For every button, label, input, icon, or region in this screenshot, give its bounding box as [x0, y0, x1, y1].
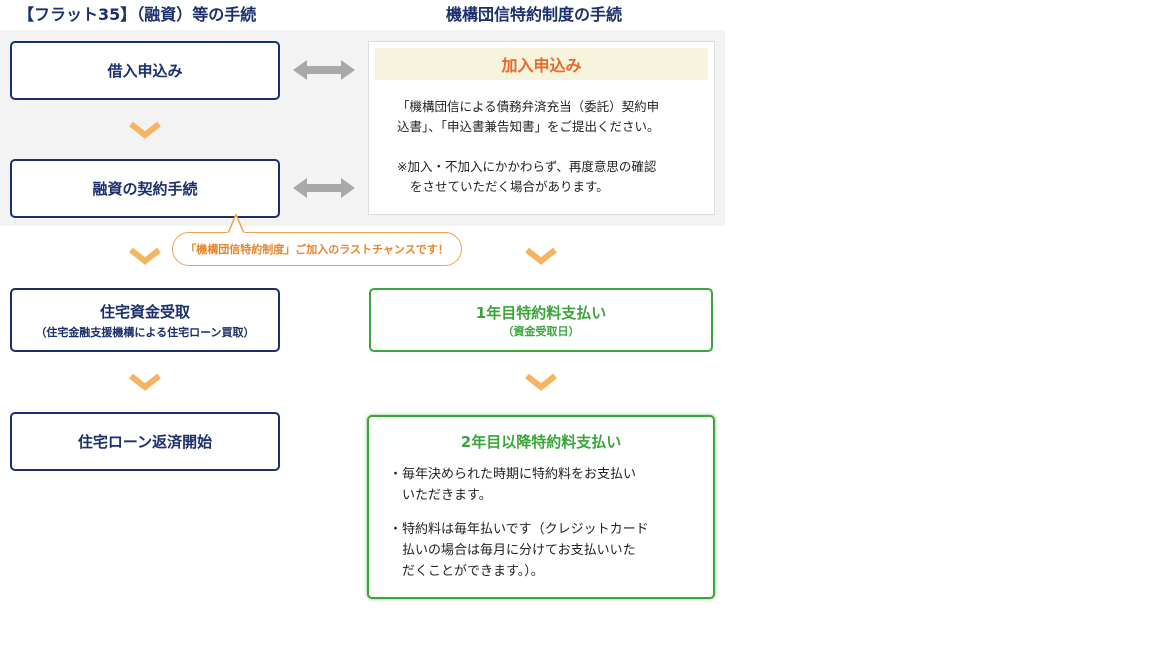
bullet-line: 払いの場合は毎月に分けてお支払いいた — [402, 543, 636, 558]
step-label: 住宅ローン返済開始 — [77, 433, 213, 451]
double-arrow-icon — [293, 60, 355, 80]
right-column-header: 機構団信特約制度の手続 — [446, 5, 623, 24]
chevron-down-icon — [525, 373, 557, 391]
left-column-header: 【フラット35】（融資）等の手続 — [18, 5, 257, 24]
step-sublabel: （住宅金融支援機構による住宅ローン買取） — [35, 325, 255, 339]
step-loan-application: 借入申込み — [10, 41, 280, 100]
step-repayment-start: 住宅ローン返済開始 — [10, 412, 280, 471]
application-panel: 加入申込み 「機構団信による債務弁済充当（委託）契約申 込書」、「申込書兼告知書… — [368, 41, 715, 215]
chevron-down-icon — [525, 247, 557, 265]
bullet-line: ・毎年決められた時期に特約料をお支払い — [389, 467, 637, 482]
step-fund-receipt: 住宅資金受取 （住宅金融支援機構による住宅ローン買取） — [10, 288, 280, 352]
bullet-item: ・特約料は毎年払いです（クレジットカード 払いの場合は毎月に分けてお支払いいた … — [389, 519, 649, 582]
instruction-line: 込書」、「申込書兼告知書」をご提出ください。 — [397, 119, 660, 134]
bullet-line: いただきます。 — [402, 488, 492, 503]
instruction-line: 「機構団信による債務弁済充当（委託）契約申 — [397, 99, 660, 114]
chevron-down-icon — [129, 121, 161, 139]
bullet-item: ・毎年決められた時期に特約料をお支払い いただきます。 — [389, 464, 636, 506]
application-note: ※加入・不加入にかかわらず、再度意思の確認 をさせていただく場合があります。 — [397, 157, 656, 197]
application-panel-title: 加入申込み — [375, 48, 708, 80]
second-year-title: 2年目以降特約料支払い — [460, 433, 622, 451]
step-loan-contract: 融資の契約手続 — [10, 159, 280, 218]
second-year-payment-box: 2年目以降特約料支払い ・毎年決められた時期に特約料をお支払い いただきます。 … — [367, 415, 715, 599]
bullet-line: ・特約料は毎年払いです（クレジットカード — [389, 522, 649, 537]
double-arrow-icon — [293, 178, 355, 198]
first-year-payment-box: 1年目特約料支払い （資金受取日） — [369, 288, 713, 352]
first-year-subtitle: （資金受取日） — [502, 324, 580, 338]
bullet-line: だくことができます。）。 — [402, 564, 544, 579]
note-line: をさせていただく場合があります。 — [410, 179, 609, 194]
first-year-title: 1年目特約料支払い — [475, 303, 607, 322]
last-chance-callout: 「機構団信特約制度」ご加入のラストチャンスです！ — [172, 232, 462, 266]
callout-pointer — [226, 214, 246, 234]
chevron-down-icon — [129, 247, 161, 265]
note-line: ※加入・不加入にかかわらず、再度意思の確認 — [397, 159, 657, 174]
application-instructions: 「機構団信による債務弁済充当（委託）契約申 込書」、「申込書兼告知書」をご提出く… — [397, 97, 660, 137]
step-label: 融資の契約手続 — [92, 180, 198, 198]
step-label: 住宅資金受取 — [99, 302, 190, 321]
step-label: 借入申込み — [107, 62, 183, 80]
chevron-down-icon — [129, 373, 161, 391]
